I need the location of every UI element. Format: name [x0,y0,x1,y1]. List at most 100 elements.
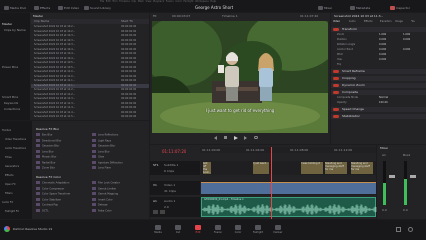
viewer-zoom[interactable]: Fit [153,14,157,18]
fader-a1[interactable] [389,175,395,178]
video-clip[interactable] [236,182,244,194]
fx-item[interactable]: Contrast Pop [36,203,91,208]
track-header-st1[interactable]: ST1 Subtitle 1 6 Clips [150,161,200,175]
fx-tree-item[interactable]: Open FX [5,183,16,187]
section-toggle[interactable] [333,91,339,94]
inspector-row-value[interactable]: 0.000 [379,48,386,52]
video-clip[interactable] [333,182,347,194]
fx-item[interactable]: Lens Blur [36,149,91,155]
video-clip[interactable] [356,182,368,194]
inspector-tab[interactable]: Audio [349,20,356,24]
sound-library-button[interactable]: Sound Library [84,6,111,10]
inspector-section-header[interactable]: Speed Change [331,107,426,112]
bin-clips-by-name[interactable]: Clips by Name [4,28,26,32]
fx-item[interactable]: Gamut Mapping [92,192,147,197]
fx-item[interactable]: False Color [92,208,147,214]
skip-forward-icon[interactable] [244,136,247,140]
fx-item[interactable]: Color Space Transform [36,192,91,197]
bin-keywords[interactable]: Keywords [4,101,18,105]
menu-view[interactable]: View [145,0,151,3]
video-clip[interactable] [244,182,254,194]
fx-item[interactable]: Gamut Limiter [92,186,147,192]
video-clip[interactable] [215,182,224,194]
inspector-section-header[interactable]: Cropping [331,76,426,81]
settings-gear-icon[interactable] [408,227,413,232]
fx-item[interactable]: Lens Reflections [92,133,147,138]
video-clip[interactable] [347,182,356,194]
video-clip[interactable] [311,182,321,194]
playhead[interactable] [271,147,272,219]
track-header-v1[interactable]: V1 Video 1 41 Clips [150,181,200,195]
bin-smart-bins[interactable]: Smart Bins [2,95,18,99]
fx-tree-item[interactable]: Filters [5,192,13,196]
inspector-row-value[interactable]: 1.000 [403,33,410,37]
play-icon[interactable] [234,136,238,140]
inspector-tab[interactable]: Video [333,20,340,24]
video-clip[interactable] [298,182,311,194]
fx-item[interactable]: Gaussian Blur [36,144,91,149]
menu-fairlight[interactable]: Fairlight [183,0,193,3]
menu-clip[interactable]: Clip [131,0,136,3]
audio-clip[interactable]: GH010030_01.mp4 - Timeline 1 [201,197,377,217]
metadata-button[interactable]: Metadata [350,6,370,10]
page-tab-deliver[interactable]: Deliver [270,224,286,236]
section-toggle[interactable] [333,84,339,87]
fx-tree-item[interactable]: Fairlight FX [5,210,19,214]
subtitle-clip[interactable]: I was holding it [301,162,323,174]
skip-back-icon[interactable] [214,136,217,140]
inspector-tab[interactable]: File [411,20,415,24]
section-toggle[interactable] [333,28,339,31]
menu-edit[interactable]: Edit [106,0,111,3]
fx-tree-item[interactable]: Audio Transitions [5,147,26,151]
page-tab-color[interactable]: Color [230,224,246,236]
subtitle-clip[interactable]: Got off the boat... [203,162,211,174]
fx-tree-item[interactable]: Audio FX [2,201,13,205]
section-toggle[interactable] [333,115,339,118]
video-clip[interactable] [321,182,333,194]
fx-tree-item[interactable]: Effects [5,174,14,178]
fx-item[interactable]: Dehaze [92,203,147,208]
home-icon[interactable] [396,227,401,232]
inspector-section-header[interactable]: Transform [331,27,426,32]
inspector-section-header[interactable]: Composite [331,90,426,95]
section-toggle[interactable] [333,70,339,73]
effects-button[interactable]: Effects [34,6,50,10]
inspector-tab[interactable]: Transition [380,20,392,24]
page-tab-cut[interactable]: Cut [170,224,186,236]
audio-mute-button[interactable] [153,210,158,214]
fx-tree-item[interactable]: Titles [5,156,12,160]
fx-item[interactable]: Light Rays [92,138,147,144]
loop-icon[interactable] [254,136,258,139]
page-tab-edit[interactable]: Edit [190,224,206,236]
fx-item[interactable]: Color Compressor [36,186,91,192]
fx-item[interactable]: Film Look Creator [92,181,147,186]
video-clip[interactable] [224,182,236,194]
bin-master[interactable]: Master [2,22,12,26]
menu-mark[interactable]: Mark [138,0,144,3]
inspector-row-value[interactable]: 0.000 [379,53,386,57]
inspector-row-value[interactable]: Normal [379,96,388,100]
audio-solo-button[interactable] [160,210,165,214]
menu-workspace[interactable]: Workspace [195,0,209,3]
menu-help[interactable]: Help [210,0,216,3]
subtitle-clip[interactable]: I just want... [253,162,269,174]
inspector-row-value[interactable]: 1.000 [379,33,386,37]
inspector-row-value[interactable]: 0.000 [379,43,386,47]
fader-bus1[interactable] [410,175,416,178]
menu-fusion[interactable]: Fusion [166,0,174,3]
fx-item[interactable]: Invert Color [92,197,147,203]
menu-timeline[interactable]: Timeline [119,0,130,3]
fx-item[interactable]: Radial Blur [36,160,91,166]
clip-row[interactable]: Screenshot 2024 10 03 at 11.5... 00:00:00… [31,115,149,120]
bin-collections[interactable]: Collections [4,107,20,111]
video-clip[interactable] [289,182,298,194]
section-toggle[interactable] [333,77,339,80]
subtitle-clip[interactable]: Standing and managing stuff for me [325,162,347,174]
page-tab-fusion[interactable]: Fusion [210,224,226,236]
bin-power-bins[interactable]: Power Bins [2,65,18,69]
fx-item[interactable]: Color Stabilizer [36,197,91,203]
video-clip[interactable] [201,182,215,194]
media-pool-button[interactable]: Media Pool [4,6,26,10]
menu-trim[interactable]: Trim [112,0,117,3]
fx-item[interactable]: Gaussian Blur [92,144,147,149]
